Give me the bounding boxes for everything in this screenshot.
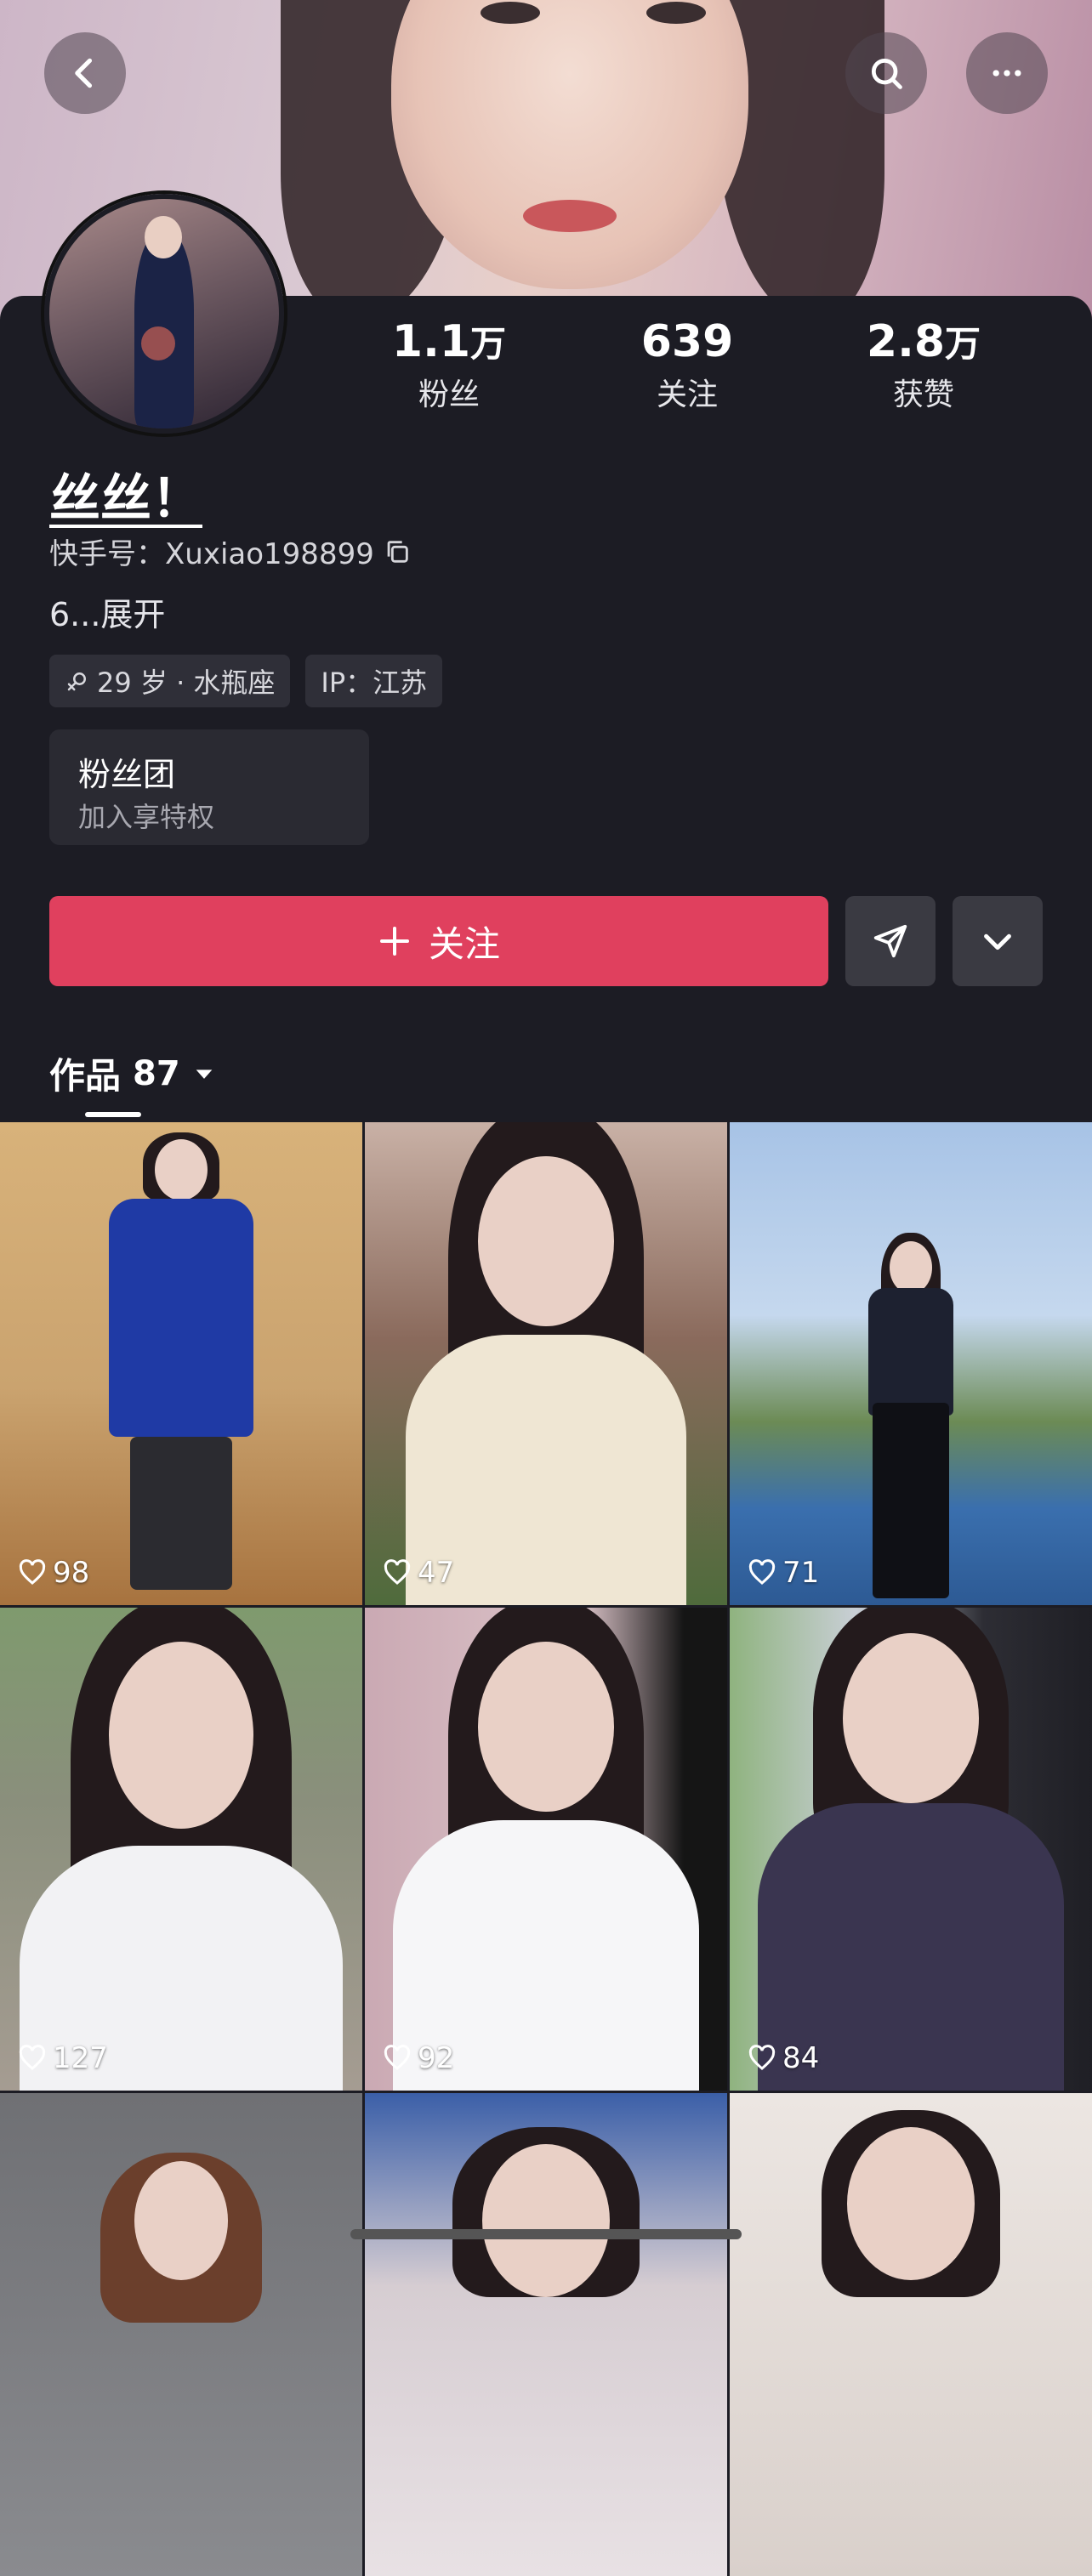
- like-count: 127: [17, 2041, 108, 2075]
- more-button[interactable]: [966, 32, 1048, 114]
- stat-label: 关注: [656, 377, 718, 412]
- video-thumb[interactable]: [365, 2093, 727, 2576]
- like-count: 92: [382, 2041, 454, 2075]
- stat-following[interactable]: 639 关注: [594, 316, 781, 414]
- ip-tag: IP：江苏: [305, 655, 443, 707]
- video-thumb[interactable]: 84: [730, 1608, 1092, 2091]
- home-indicator: [350, 2229, 742, 2239]
- age-tag: 29 岁 · 水瓶座: [49, 655, 291, 707]
- heart-icon: [19, 2045, 46, 2070]
- video-thumb[interactable]: [0, 2093, 362, 2576]
- video-thumb[interactable]: 98: [0, 1122, 362, 1605]
- video-thumb[interactable]: [730, 2093, 1092, 2576]
- video-thumb[interactable]: 92: [365, 1608, 727, 2091]
- video-thumb[interactable]: 47: [365, 1122, 727, 1605]
- more-icon: [992, 70, 1021, 77]
- stat-likes[interactable]: 2.8万 获赞: [830, 316, 1017, 414]
- dropdown-button[interactable]: [953, 896, 1043, 986]
- female-icon: [67, 672, 86, 691]
- follow-button[interactable]: 关注: [49, 896, 828, 986]
- stat-label: 获赞: [892, 377, 954, 412]
- back-button[interactable]: [44, 32, 126, 114]
- heart-icon: [384, 1559, 411, 1585]
- heart-icon: [384, 2045, 411, 2070]
- account-id[interactable]: 快手号：Xuxiao198899: [49, 531, 412, 572]
- heart-icon: [19, 1559, 46, 1585]
- profile-name: 丝丝！: [49, 469, 202, 529]
- fan-club-card[interactable]: 粉丝团 加入享特权: [49, 729, 369, 845]
- like-count: 98: [17, 1556, 89, 1590]
- search-button[interactable]: [845, 32, 927, 114]
- tab-indicator: [85, 1112, 141, 1117]
- video-thumb[interactable]: 127: [0, 1608, 362, 2091]
- search-icon: [871, 58, 902, 89]
- plus-icon: [379, 927, 409, 956]
- chevron-left-icon: [75, 58, 93, 88]
- stat-label: 粉丝: [418, 377, 480, 412]
- video-thumb[interactable]: 71: [730, 1122, 1092, 1605]
- message-button[interactable]: [845, 896, 936, 986]
- bio[interactable]: 6...展开: [49, 588, 165, 635]
- stat-followers[interactable]: 1.1万 粉丝: [355, 316, 543, 414]
- send-icon: [873, 924, 907, 958]
- like-count: 84: [747, 2041, 819, 2075]
- expand-link[interactable]: 展开: [100, 596, 165, 633]
- copy-icon[interactable]: [383, 537, 412, 566]
- heart-icon: [748, 2045, 776, 2070]
- heart-icon: [748, 1559, 776, 1585]
- like-count: 47: [382, 1556, 454, 1590]
- chevron-down-icon: [984, 933, 1011, 950]
- tab-works[interactable]: 作品 87: [49, 1047, 216, 1099]
- like-count: 71: [747, 1556, 819, 1590]
- profile-tags: 29 岁 · 水瓶座 IP：江苏: [49, 655, 443, 707]
- caret-down-icon: [196, 1069, 213, 1079]
- avatar[interactable]: [44, 194, 284, 434]
